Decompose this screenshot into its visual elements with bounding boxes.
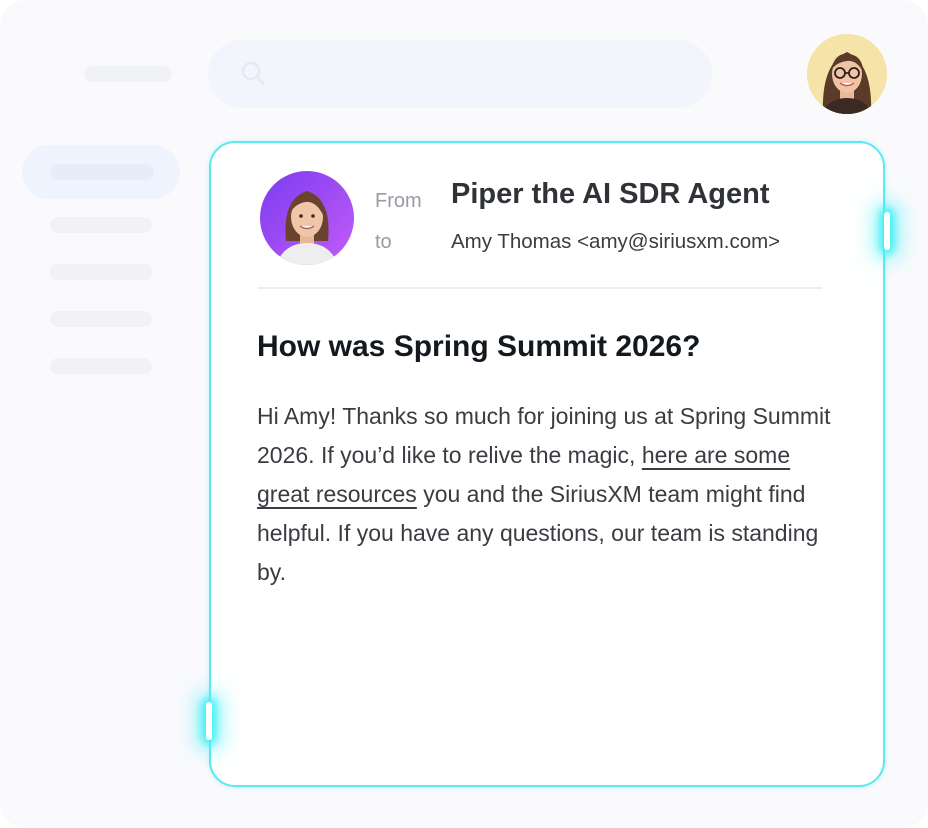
glow-accent-right xyxy=(879,208,895,254)
sidebar-item[interactable] xyxy=(50,311,152,327)
to-label: to xyxy=(375,231,392,253)
sender-name: Piper the AI SDR Agent xyxy=(451,178,770,210)
sidebar-item[interactable] xyxy=(50,264,152,280)
search-input[interactable] xyxy=(208,40,712,108)
from-label: From xyxy=(375,190,422,212)
user-avatar-illustration xyxy=(807,34,887,114)
sidebar-item[interactable] xyxy=(50,358,152,374)
email-subject: How was Spring Summit 2026? xyxy=(257,330,701,363)
user-avatar[interactable] xyxy=(807,34,887,114)
sidebar-item-label-placeholder xyxy=(50,164,154,180)
header-divider xyxy=(258,287,822,289)
sender-avatar-illustration xyxy=(260,171,354,265)
glow-accent-left xyxy=(198,696,220,746)
email-body: Hi Amy! Thanks so much for joining us at… xyxy=(257,397,837,592)
logo-placeholder xyxy=(84,66,172,82)
search-icon xyxy=(241,61,265,85)
sender-avatar xyxy=(260,171,354,265)
recipient-address: Amy Thomas <amy@siriusxm.com> xyxy=(451,230,781,253)
sidebar-item-active[interactable] xyxy=(22,145,180,199)
sidebar-item[interactable] xyxy=(50,217,152,233)
